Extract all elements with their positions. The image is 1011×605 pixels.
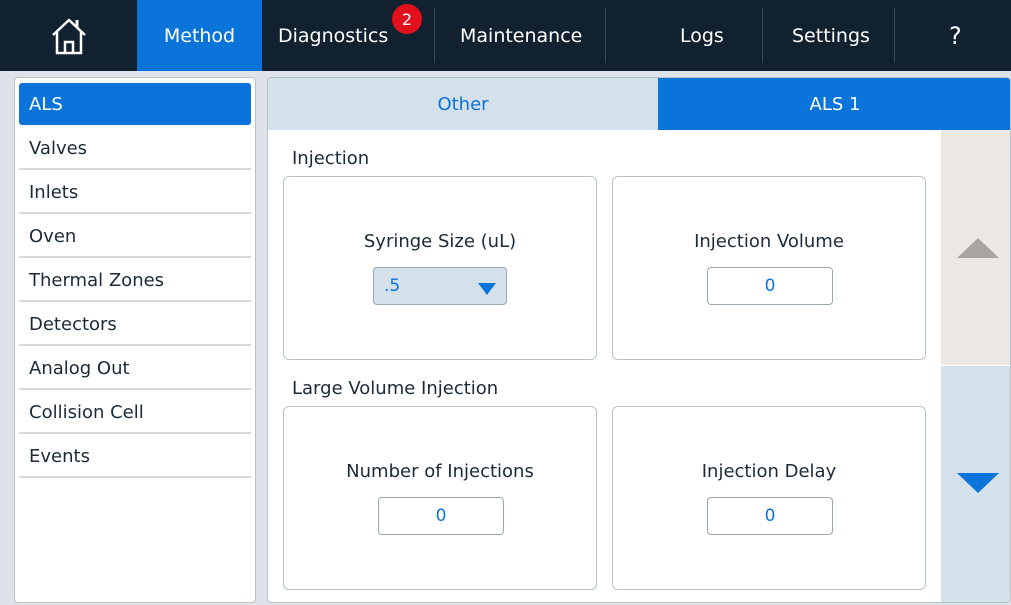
sidebar-item-label: Collision Cell (29, 401, 144, 423)
tab-settings-label: Settings (792, 24, 870, 47)
sidebar-item-label: ALS (29, 93, 63, 115)
diagnostics-badge: 2 (392, 4, 422, 34)
main-panel: Other ALS 1 Injection Syringe Size (uL) … (267, 77, 1011, 603)
help-button[interactable]: ? (894, 0, 1011, 71)
sidebar-item-label: Analog Out (29, 357, 130, 379)
syringe-size-label: Syringe Size (uL) (363, 231, 517, 252)
injection-delay-label: Injection Delay (701, 461, 837, 482)
sidebar-item-label: Thermal Zones (29, 269, 165, 291)
sidebar-item-events[interactable]: Events (19, 436, 251, 478)
sidebar-item-detectors[interactable]: Detectors (19, 304, 251, 346)
injection-section-label: Injection (292, 148, 370, 169)
home-icon (51, 18, 86, 54)
sidebar-item-label: Valves (29, 137, 88, 159)
injection-volume-label: Injection Volume (694, 231, 844, 252)
chevron-down-icon (957, 473, 999, 493)
injection-delay-input[interactable]: 0 (707, 497, 833, 535)
chevron-down-icon (478, 283, 496, 295)
tab-method-label: Method (163, 24, 236, 47)
sidebar-item-label: Oven (29, 225, 77, 247)
tab-logs-label: Logs (680, 24, 724, 47)
large-volume-section-label: Large Volume Injection (292, 378, 499, 399)
tab-method[interactable]: Method (137, 0, 262, 71)
scroll-up-button[interactable] (941, 130, 1010, 365)
sidebar-item-label: Inlets (29, 181, 79, 203)
sidebar-item-analog-out[interactable]: Analog Out (19, 348, 251, 390)
tab-settings[interactable]: Settings (762, 0, 894, 71)
tab-maintenance-label: Maintenance (460, 24, 583, 47)
syringe-size-select[interactable]: .5 (373, 267, 507, 305)
tab-maintenance[interactable]: Maintenance (434, 0, 605, 71)
sidebar-item-als[interactable]: ALS (19, 83, 251, 125)
injection-delay-card: Injection Delay 0 (612, 406, 926, 590)
syringe-size-value: .5 (384, 276, 401, 296)
tab-other-label: Other (437, 93, 489, 115)
tab-als-1[interactable]: ALS 1 (658, 78, 1010, 130)
chevron-up-icon (957, 238, 999, 258)
scroll-down-button[interactable] (941, 366, 1010, 602)
home-button[interactable] (0, 0, 137, 71)
sidebar-item-label: Events (29, 445, 90, 467)
top-navigation-bar: Method Diagnostics 2 Maintenance Logs Se… (0, 0, 1011, 71)
number-of-injections-input[interactable]: 0 (378, 497, 504, 535)
tab-diagnostics-label: Diagnostics (278, 24, 389, 47)
sidebar-item-valves[interactable]: Valves (19, 128, 251, 170)
sidebar-item-collision-cell[interactable]: Collision Cell (19, 392, 251, 434)
sidebar: ALS Valves Inlets Oven Thermal Zones Det… (14, 77, 256, 603)
help-icon: ? (949, 21, 962, 50)
tab-other[interactable]: Other (268, 78, 658, 130)
sidebar-item-inlets[interactable]: Inlets (19, 172, 251, 214)
sidebar-item-thermal-zones[interactable]: Thermal Zones (19, 260, 251, 302)
injection-volume-input[interactable]: 0 (707, 267, 833, 305)
tab-als-1-label: ALS 1 (809, 93, 861, 115)
number-of-injections-label: Number of Injections (346, 461, 534, 482)
sidebar-item-oven[interactable]: Oven (19, 216, 251, 258)
number-of-injections-card: Number of Injections 0 (283, 406, 597, 590)
sidebar-item-label: Detectors (29, 313, 117, 335)
injection-volume-card: Injection Volume 0 (612, 176, 926, 360)
syringe-size-card: Syringe Size (uL) .5 (283, 176, 597, 360)
tab-logs[interactable]: Logs (605, 0, 762, 71)
